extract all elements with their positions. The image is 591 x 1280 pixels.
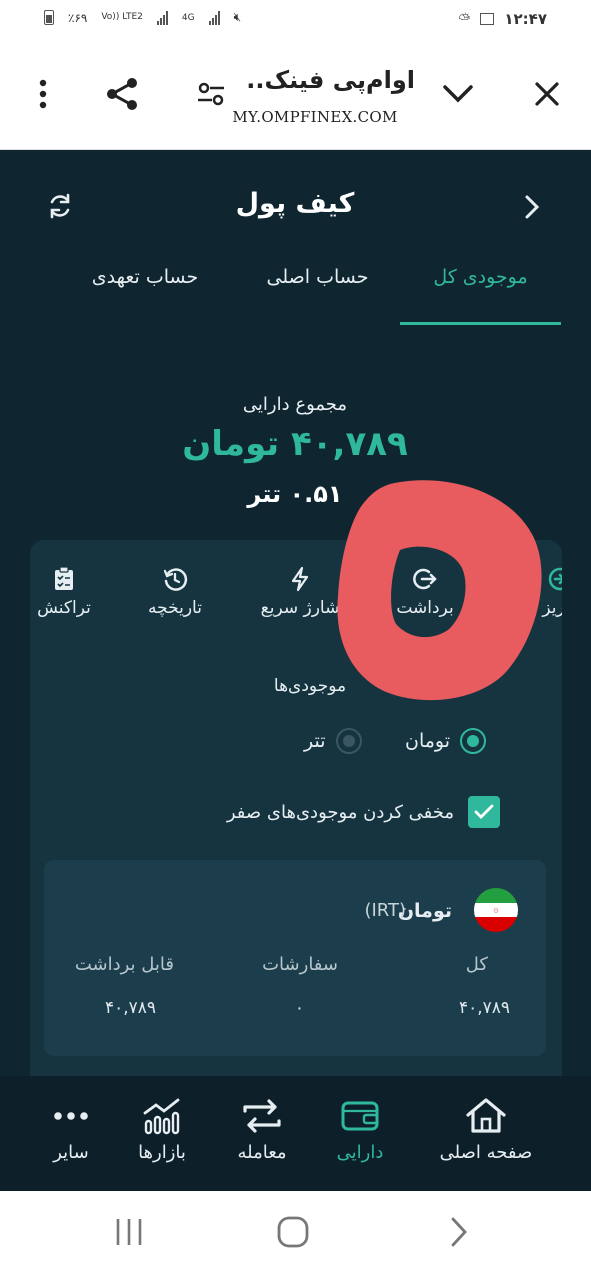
home-icon bbox=[426, 1096, 546, 1136]
weather-icon: ⛅︎ bbox=[458, 10, 471, 28]
col-value-orders: ۰ bbox=[294, 998, 304, 1018]
chevron-down-icon[interactable] bbox=[440, 74, 476, 114]
action-history[interactable]: تاریخچه bbox=[135, 566, 215, 618]
signal-icon-2 bbox=[208, 10, 220, 25]
image-icon bbox=[480, 13, 495, 25]
page-title: کیف پول bbox=[235, 188, 355, 219]
share-icon[interactable] bbox=[102, 74, 142, 114]
action-transactions-label: تراکنش bbox=[37, 598, 91, 618]
total-assets-label: مجموع دارایی bbox=[242, 394, 348, 415]
radio-usdt[interactable]: تتر bbox=[304, 728, 362, 754]
history-icon bbox=[135, 566, 215, 592]
radio-usdt-label: تتر bbox=[304, 730, 326, 752]
site-url[interactable]: MY.OMPFINEX.COM bbox=[230, 108, 400, 126]
nav-trade-label: معامله bbox=[237, 1142, 287, 1163]
col-header-withdrawable: قابل برداشت bbox=[74, 954, 174, 975]
tab-total-balance[interactable]: موجودی کل bbox=[400, 266, 561, 288]
signal-icon bbox=[156, 10, 168, 25]
network-label-2: 4G bbox=[181, 12, 195, 23]
back-button-icon[interactable] bbox=[448, 1215, 470, 1253]
home-button-icon[interactable] bbox=[276, 1215, 310, 1253]
wallet-icon bbox=[320, 1096, 400, 1136]
back-chevron-icon[interactable] bbox=[522, 194, 542, 224]
nav-markets[interactable]: بازارها bbox=[122, 1096, 202, 1163]
radio-on-icon bbox=[460, 728, 487, 754]
col-value-total: ۴۰,۷۸۹ bbox=[458, 998, 510, 1018]
radio-toman[interactable]: تومان bbox=[405, 728, 487, 754]
action-transactions[interactable]: تراکنش bbox=[30, 566, 104, 618]
nav-home[interactable]: صفحه اصلی bbox=[426, 1096, 546, 1163]
more-vert-icon[interactable] bbox=[28, 74, 58, 114]
radio-off-icon bbox=[335, 728, 362, 754]
radio-toman-label: تومان bbox=[405, 730, 451, 752]
asset-card-toman[interactable]: ۞ تومان (IRT) کل سفارشات قابل برداشت ۴۰,… bbox=[44, 860, 546, 1056]
mute-icon: 🔇︎ bbox=[233, 10, 242, 24]
swap-icon bbox=[222, 1096, 302, 1136]
bottom-nav: صفحه اصلی دارایی معامله بازارها سایر bbox=[0, 1076, 591, 1191]
nav-assets[interactable]: دارایی bbox=[320, 1096, 400, 1163]
nav-trade[interactable]: معامله bbox=[222, 1096, 302, 1163]
clock: ۱۲:۴۷ bbox=[504, 10, 547, 28]
action-history-label: تاریخچه bbox=[148, 598, 202, 618]
iran-flag-icon: ۞ bbox=[474, 888, 518, 932]
nav-more-label: سایر bbox=[53, 1142, 89, 1163]
status-bar: ٪۶۹ Vo)) LTE2 4G 🔇︎ ⛅︎ ۱۲:۴۷ bbox=[0, 0, 591, 44]
col-value-withdrawable: ۴۰,۷۸۹ bbox=[104, 998, 156, 1018]
tab-margin-account[interactable]: حساب تعهدی bbox=[70, 266, 220, 288]
nav-assets-label: دارایی bbox=[336, 1142, 384, 1163]
refresh-icon[interactable] bbox=[46, 192, 74, 224]
col-header-total: کل bbox=[465, 954, 488, 975]
more-horiz-icon bbox=[36, 1096, 106, 1136]
red-highlight-annotation bbox=[330, 478, 546, 708]
system-nav-bar bbox=[0, 1191, 591, 1280]
battery-icon bbox=[44, 10, 54, 25]
nav-markets-label: بازارها bbox=[138, 1142, 186, 1163]
nav-more[interactable]: سایر bbox=[36, 1096, 106, 1163]
checkbox-checked-icon[interactable] bbox=[468, 796, 500, 828]
asset-code: (IRT) bbox=[364, 900, 406, 921]
nav-home-label: صفحه اصلی bbox=[439, 1142, 533, 1163]
market-icon bbox=[122, 1096, 202, 1136]
close-icon[interactable] bbox=[530, 74, 564, 114]
site-title[interactable]: اوام‌پی فینک.. bbox=[230, 66, 415, 94]
hide-zero-toggle[interactable]: مخفی کردن موجودی‌های صفر bbox=[170, 796, 500, 828]
tune-icon[interactable] bbox=[194, 74, 228, 114]
recent-apps-icon[interactable] bbox=[114, 1215, 144, 1253]
col-header-orders: سفارشات bbox=[262, 954, 338, 975]
tab-active-indicator bbox=[400, 322, 561, 325]
battery-percent: ٪۶۹ bbox=[68, 10, 88, 25]
clipboard-icon bbox=[30, 566, 104, 592]
network-label-1: Vo)) LTE2 bbox=[101, 12, 143, 22]
tab-main-account[interactable]: حساب اصلی bbox=[245, 266, 390, 288]
browser-bar: اوام‌پی فینک.. MY.OMPFINEX.COM bbox=[0, 44, 591, 150]
hide-zero-label: مخفی کردن موجودی‌های صفر bbox=[226, 801, 454, 823]
total-toman-value: ۴۰,۷۸۹ تومان bbox=[182, 424, 408, 464]
